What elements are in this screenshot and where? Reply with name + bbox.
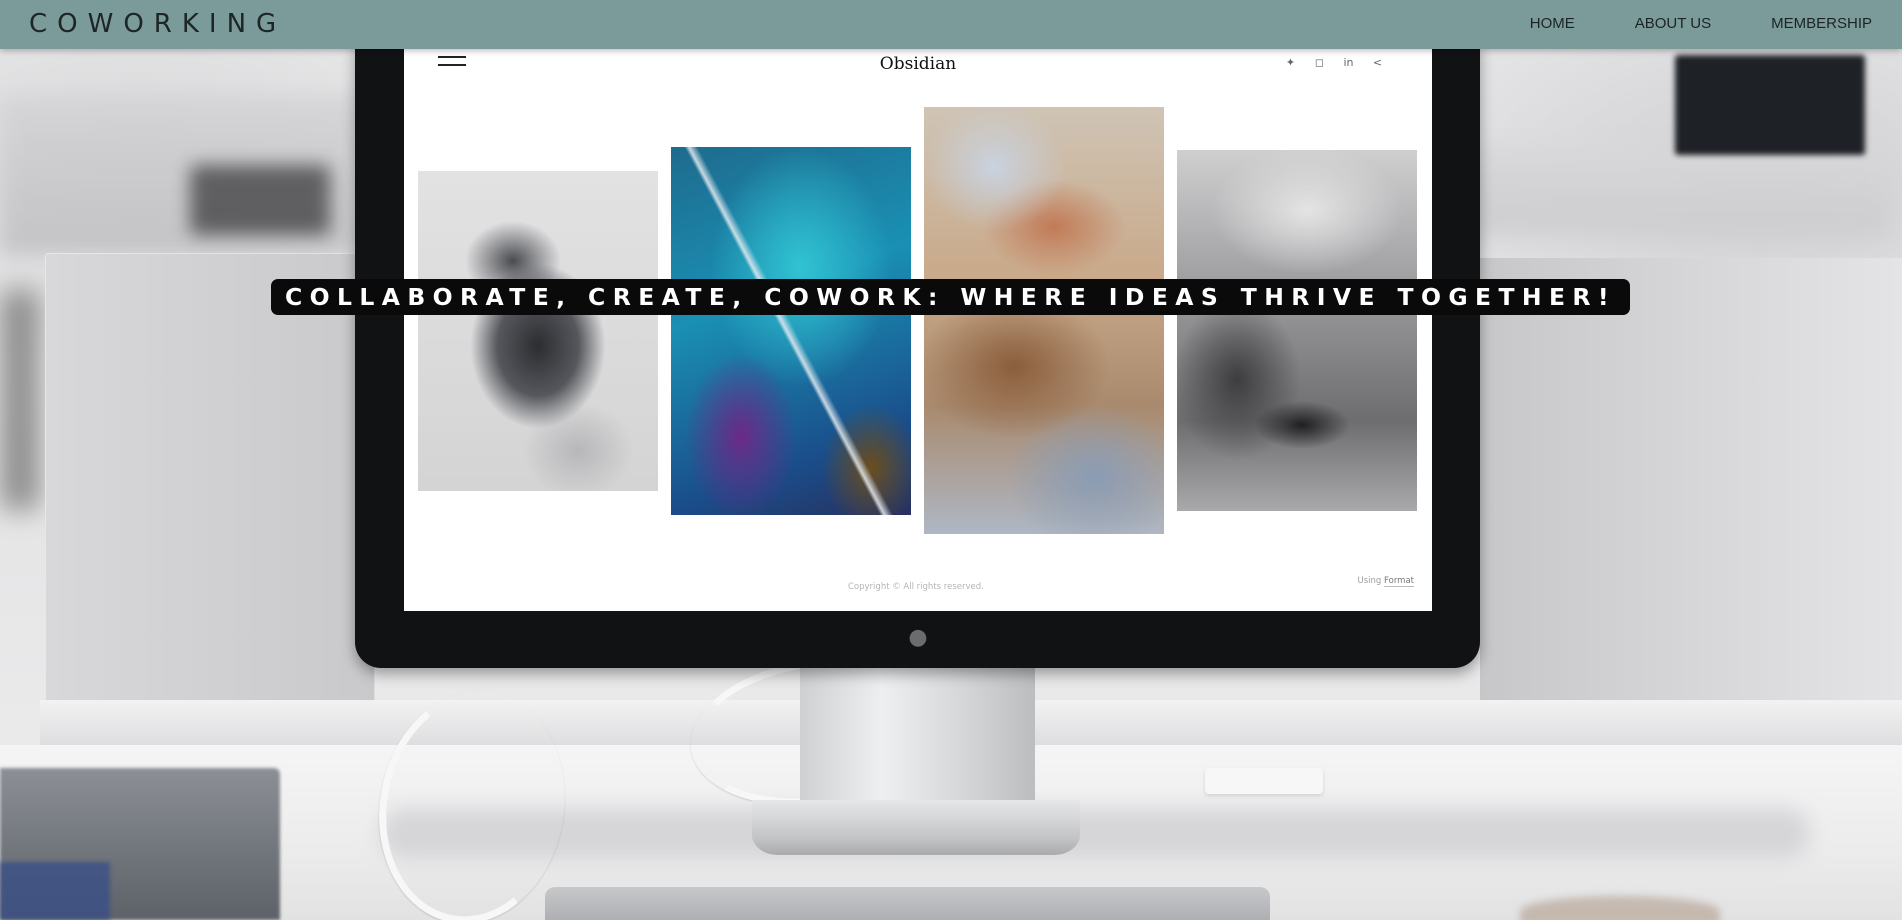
- book-spine: [0, 862, 110, 920]
- using-prefix: Using: [1357, 576, 1382, 586]
- background-object: [0, 290, 40, 510]
- gallery-image-aerial: [924, 107, 1164, 534]
- linkedin-icon: in: [1343, 56, 1354, 69]
- desk-partition: [1480, 258, 1902, 713]
- format-link-text: Format: [1384, 576, 1414, 587]
- nav-home-link[interactable]: HOME: [1530, 15, 1575, 32]
- gallery-image-crystal: [418, 171, 658, 491]
- gallery-image-mineral: [671, 147, 911, 515]
- nav-membership-link[interactable]: MEMBERSHIP: [1771, 15, 1872, 32]
- instagram-icon: ◻: [1314, 56, 1325, 69]
- apple-logo-icon: ●: [908, 625, 928, 650]
- screen-copyright: Copyright © All rights reserved.: [848, 582, 984, 592]
- background-monitor: [1675, 55, 1865, 155]
- background-shelf: [1470, 145, 1890, 235]
- nav-about-us-link[interactable]: ABOUT US: [1635, 15, 1711, 32]
- monitor-stand-base: [752, 800, 1080, 855]
- gallery-image-ice: [1177, 150, 1417, 511]
- top-navbar: COWORKING HOME ABOUT US MEMBERSHIP: [0, 0, 1902, 49]
- screen-using-format: Using Format: [1357, 576, 1414, 587]
- keyboard: [545, 887, 1270, 920]
- main-nav: HOME ABOUT US MEMBERSHIP: [1530, 15, 1872, 32]
- background-photo: ● Obsidian ✦ ◻ in < Copyright © All righ…: [0, 0, 1902, 920]
- site-logo[interactable]: COWORKING: [29, 9, 286, 39]
- desk-partition: [45, 253, 375, 703]
- monitor-stand: [800, 666, 1035, 816]
- monitor-screen: Obsidian ✦ ◻ in < Copyright © All rights…: [404, 40, 1432, 611]
- background-object: [190, 165, 330, 235]
- share-icon: <: [1372, 56, 1383, 69]
- desk-object: [1520, 896, 1720, 920]
- desk-shadow: [380, 808, 1810, 858]
- screen-site-title: Obsidian: [879, 54, 957, 74]
- hero-tagline: COLLABORATE, CREATE, COWORK: WHERE IDEAS…: [271, 279, 1630, 315]
- screen-social-icons: ✦ ◻ in <: [1284, 56, 1384, 69]
- desk-coaster: [1205, 768, 1323, 794]
- twitter-icon: ✦: [1285, 56, 1296, 69]
